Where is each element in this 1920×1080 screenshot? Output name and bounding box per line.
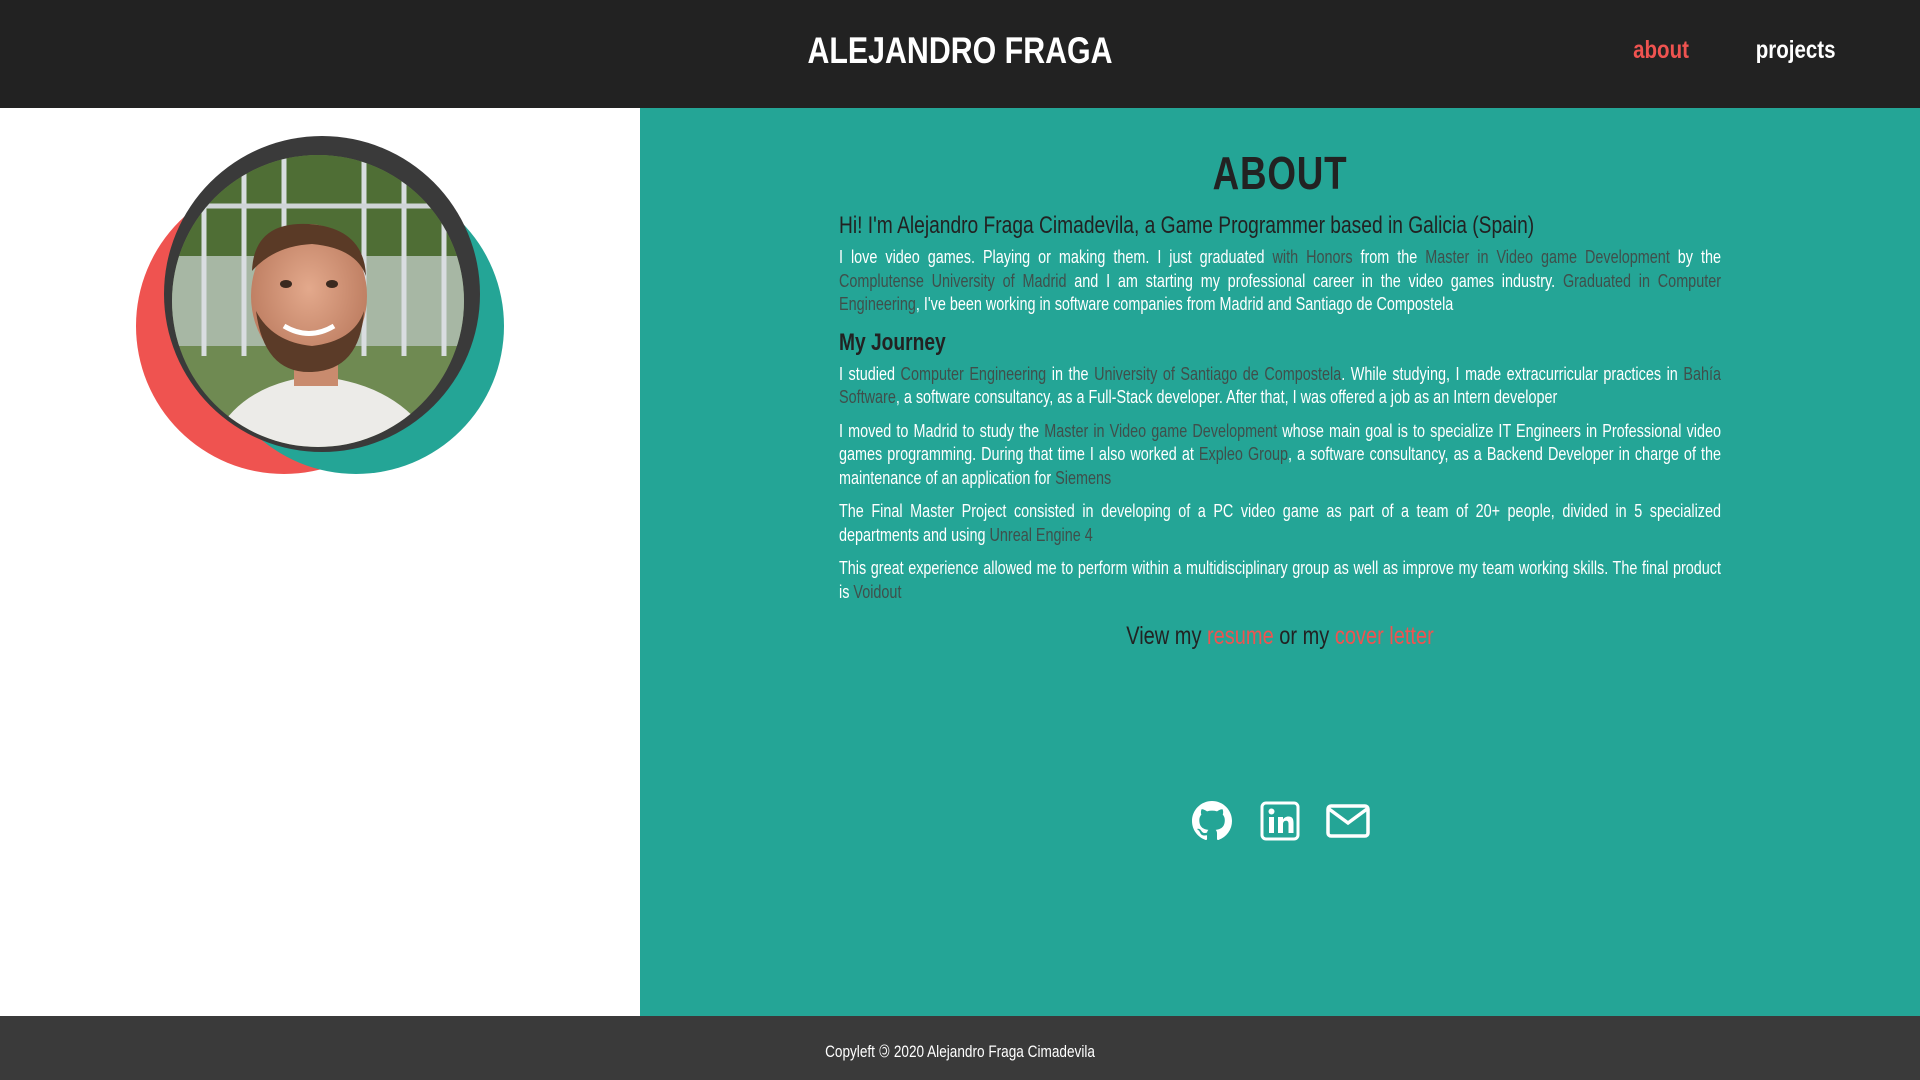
text: The Final Master Project consisted in de… (839, 501, 1721, 545)
nav-about-link[interactable]: about (1633, 36, 1689, 65)
intro-paragraph: I love video games. Playing or making th… (839, 246, 1721, 317)
main-nav: about projects (1627, 36, 1844, 65)
text: or my (1273, 622, 1335, 650)
voidout-highlight: Voidout (853, 581, 902, 602)
site-footer: Copyleft 🄯 2020 Alejandro Fraga Cimadevi… (0, 1016, 1920, 1080)
text: by the (1669, 247, 1721, 267)
text: . While studying, I made extracurricular… (1341, 363, 1684, 384)
text: I moved to Madrid to study the (839, 420, 1045, 441)
journey-paragraph-3: The Final Master Project consisted in de… (839, 500, 1721, 547)
honors-highlight: with Honors (1272, 247, 1353, 267)
avatar (134, 136, 506, 482)
master-highlight: Master in Video game Development (1425, 247, 1670, 267)
text: and I am starting my professional career… (1066, 270, 1563, 291)
journey-paragraph-4: This great experience allowed me to perf… (839, 557, 1721, 604)
unreal-highlight: Unreal Engine 4 (989, 524, 1093, 545)
expleo-highlight: Expleo Group (1198, 444, 1288, 464)
site-title[interactable]: ALEJANDRO FRAGA (173, 30, 1747, 72)
text: , a software consultancy, as a Full-Stac… (895, 387, 1558, 407)
site-header: ALEJANDRO FRAGA about projects (0, 0, 1920, 108)
intro-heading: Hi! I'm Alejandro Fraga Cimadevila, a Ga… (839, 212, 1535, 239)
mail-icon[interactable] (1325, 798, 1371, 844)
text: This great experience allowed me to perf… (839, 558, 1721, 602)
profile-panel (0, 108, 640, 1016)
nav-projects-link[interactable]: projects (1755, 36, 1835, 65)
copyright-text: Copyleft 🄯 2020 Alejandro Fraga Cimadevi… (825, 1042, 1095, 1061)
cover-letter-link[interactable]: cover letter (1335, 622, 1434, 650)
github-icon[interactable] (1189, 798, 1235, 844)
page-title: ABOUT (1212, 147, 1348, 199)
about-content: ABOUT Hi! I'm Alejandro Fraga Cimadevila… (839, 146, 1721, 651)
resume-link[interactable]: resume (1207, 622, 1274, 650)
text: in the (1046, 363, 1095, 384)
text: from the (1352, 247, 1426, 267)
computer-engineering-highlight: Computer Engineering (900, 363, 1047, 384)
text: , I've been working in software companie… (915, 294, 1454, 314)
journey-paragraph-2: I moved to Madrid to study the Master in… (839, 420, 1721, 491)
cv-links: View my resume or my cover letter (927, 622, 1633, 651)
text: I studied (839, 363, 901, 384)
journey-paragraph-1: I studied Computer Engineering in the Un… (839, 363, 1721, 410)
linkedin-icon[interactable] (1257, 798, 1303, 844)
social-links (839, 798, 1721, 844)
university-highlight: Complutense University of Madrid (839, 270, 1067, 291)
profile-photo (136, 136, 504, 474)
master-highlight: Master in Video game Development (1044, 420, 1278, 441)
siemens-highlight: Siemens (1055, 467, 1112, 488)
usc-highlight: University of Santiago de Compostela (1094, 363, 1342, 384)
text: I love video games. Playing or making th… (839, 247, 1273, 267)
about-panel: ABOUT Hi! I'm Alejandro Fraga Cimadevila… (640, 108, 1920, 1016)
text: View my (1126, 622, 1207, 650)
journey-heading: My Journey (839, 328, 946, 356)
